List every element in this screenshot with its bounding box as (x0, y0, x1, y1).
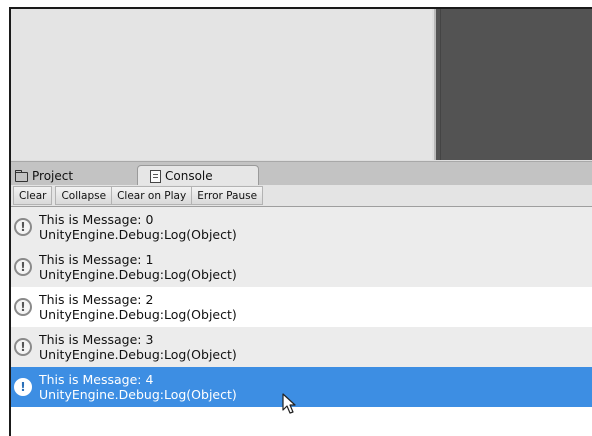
info-icon: ! (14, 258, 32, 276)
scene-view[interactable] (11, 9, 432, 160)
clear-button[interactable]: Clear (13, 186, 53, 205)
collapse-button[interactable]: Collapse (55, 186, 113, 205)
message-source: UnityEngine.Debug:Log(Object) (39, 387, 237, 402)
tab-bar: Project Console (11, 161, 592, 186)
message-source: UnityEngine.Debug:Log(Object) (39, 347, 237, 362)
info-icon: ! (14, 338, 32, 356)
tab-project-label: Project (32, 169, 74, 183)
game-view-viewport (440, 9, 592, 160)
message-text: This is Message: 0 (39, 212, 154, 227)
message-source: UnityEngine.Debug:Log(Object) (39, 227, 237, 242)
clear-on-play-button[interactable]: Clear on Play (112, 186, 193, 205)
console-message-list[interactable]: ! This is Message: 0 UnityEngine.Debug:L… (11, 207, 592, 436)
folder-icon (15, 170, 28, 182)
list-item[interactable]: ! This is Message: 2 UnityEngine.Debug:L… (11, 287, 592, 327)
message-text: This is Message: 3 (39, 332, 154, 347)
message-source: UnityEngine.Debug:Log(Object) (39, 307, 237, 322)
unity-editor-window: Project Console Clear Collapse Clear on … (9, 7, 592, 436)
list-item[interactable]: ! This is Message: 3 UnityEngine.Debug:L… (11, 327, 592, 367)
tab-console[interactable]: Console (137, 165, 259, 186)
list-item-selected[interactable]: ! This is Message: 4 UnityEngine.Debug:L… (11, 367, 592, 407)
mouse-cursor-icon (282, 393, 296, 414)
console-toolbar: Clear Collapse Clear on Play Error Pause (11, 185, 592, 207)
message-text: This is Message: 4 (39, 372, 154, 387)
message-text: This is Message: 2 (39, 292, 154, 307)
error-pause-button[interactable]: Error Pause (192, 186, 264, 205)
tab-console-label: Console (165, 169, 213, 183)
tab-project[interactable]: Project (15, 166, 135, 186)
message-source: UnityEngine.Debug:Log(Object) (39, 267, 237, 282)
game-view[interactable] (434, 9, 592, 160)
info-icon: ! (14, 378, 32, 396)
list-item[interactable]: ! This is Message: 1 UnityEngine.Debug:L… (11, 247, 592, 287)
list-item[interactable]: ! This is Message: 0 UnityEngine.Debug:L… (11, 207, 592, 247)
info-icon: ! (14, 298, 32, 316)
message-text: This is Message: 1 (39, 252, 154, 267)
info-icon: ! (14, 218, 32, 236)
console-icon (150, 169, 161, 183)
